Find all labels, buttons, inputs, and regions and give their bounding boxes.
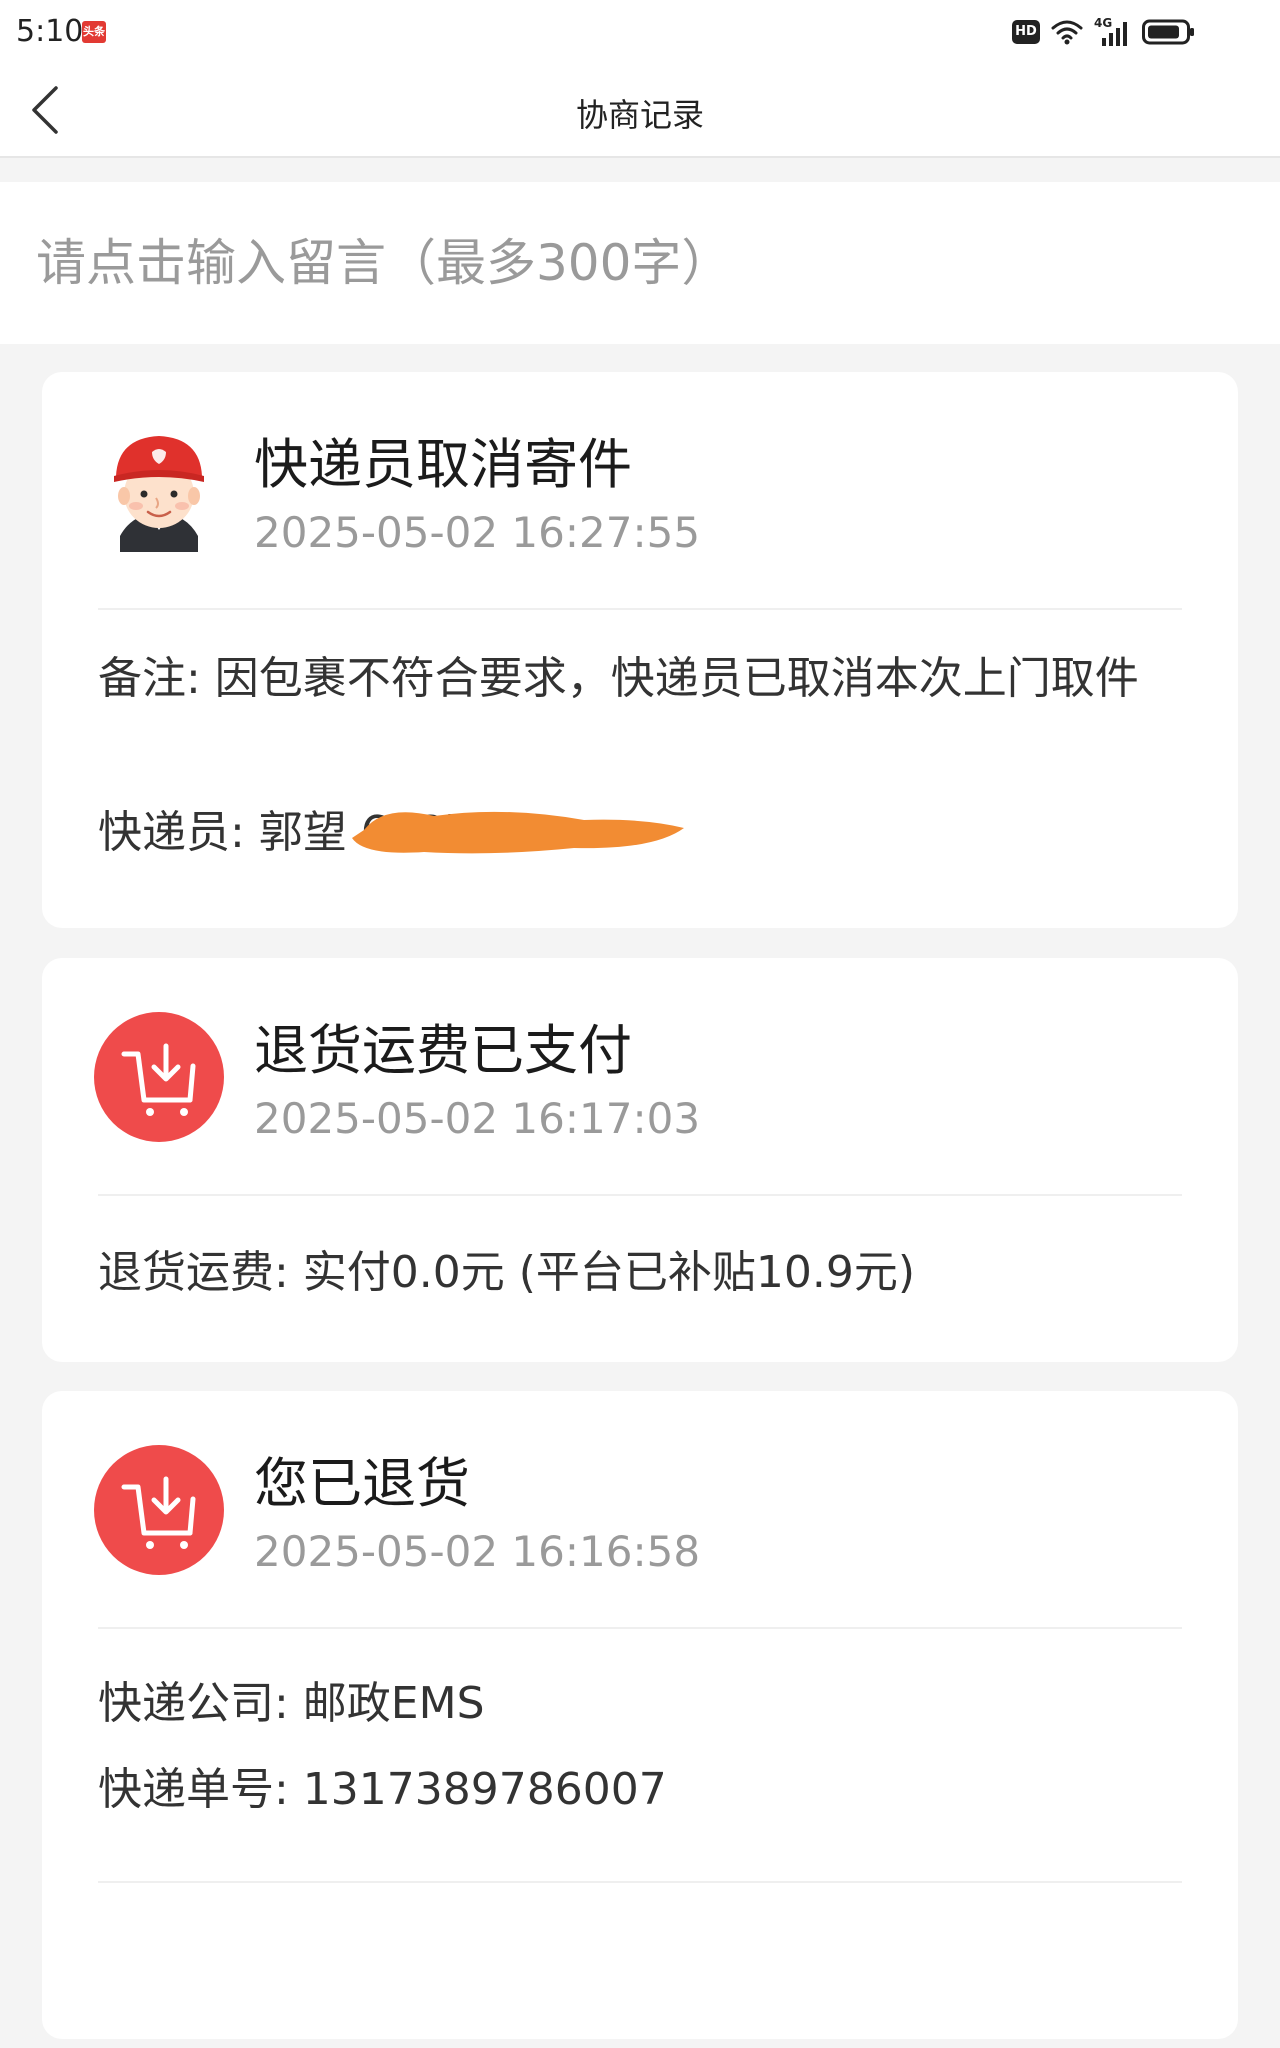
divider [98, 1627, 1182, 1629]
status-indicators: HD 4G [1012, 16, 1196, 48]
courier-avatar-icon [114, 436, 204, 552]
hd-icon: HD [1012, 20, 1040, 44]
return-cart-icon [94, 1012, 224, 1142]
record-card-returned: 您已退货 2025-05-02 16:16:58 快递公司: 邮政EMS 快递单… [42, 1391, 1238, 2039]
page-title: 协商记录 [575, 96, 704, 134]
divider [98, 608, 1182, 610]
wifi-icon [1051, 20, 1083, 45]
app-badge-icon: 头条 [82, 21, 106, 43]
record-title: 退货运费已支付 [254, 1019, 632, 1082]
message-input[interactable] [36, 230, 1236, 296]
record-title: 您已退货 [254, 1452, 470, 1515]
battery-icon [1142, 19, 1194, 45]
record-time: 2025-05-02 16:17:03 [254, 1094, 701, 1143]
record-card-return-fee-paid: 退货运费已支付 2025-05-02 16:17:03 退货运费: 实付0.0元… [42, 958, 1238, 1362]
divider [98, 1194, 1182, 1196]
record-card-courier-cancelled: 快递员取消寄件 2025-05-02 16:27:55 备注: 因包裹不符合要求… [42, 372, 1238, 928]
record-tracking-number[interactable]: 快递单号: 1317389786007 [98, 1757, 1182, 1823]
status-bar: 5:10 头条 HD 4G [0, 0, 1280, 64]
record-time: 2025-05-02 16:16:58 [254, 1527, 701, 1576]
record-title: 快递员取消寄件 [254, 433, 632, 496]
redaction-scribble [352, 811, 684, 854]
return-cart-icon [94, 1445, 224, 1575]
signal-icon: 4G [1094, 16, 1132, 46]
nav-bar: 协商记录 [0, 64, 1280, 158]
record-express-company: 快递公司: 邮政EMS [98, 1678, 485, 1729]
record-fee: 退货运费: 实付0.0元 (平台已补贴10.9元) [98, 1247, 916, 1298]
record-time: 2025-05-02 16:27:55 [254, 508, 701, 557]
status-time: 5:10 [16, 14, 84, 49]
message-box [0, 182, 1280, 344]
record-remark: 备注: 因包裹不符合要求，快递员已取消本次上门取件 [98, 653, 1139, 704]
divider [98, 1881, 1182, 1883]
